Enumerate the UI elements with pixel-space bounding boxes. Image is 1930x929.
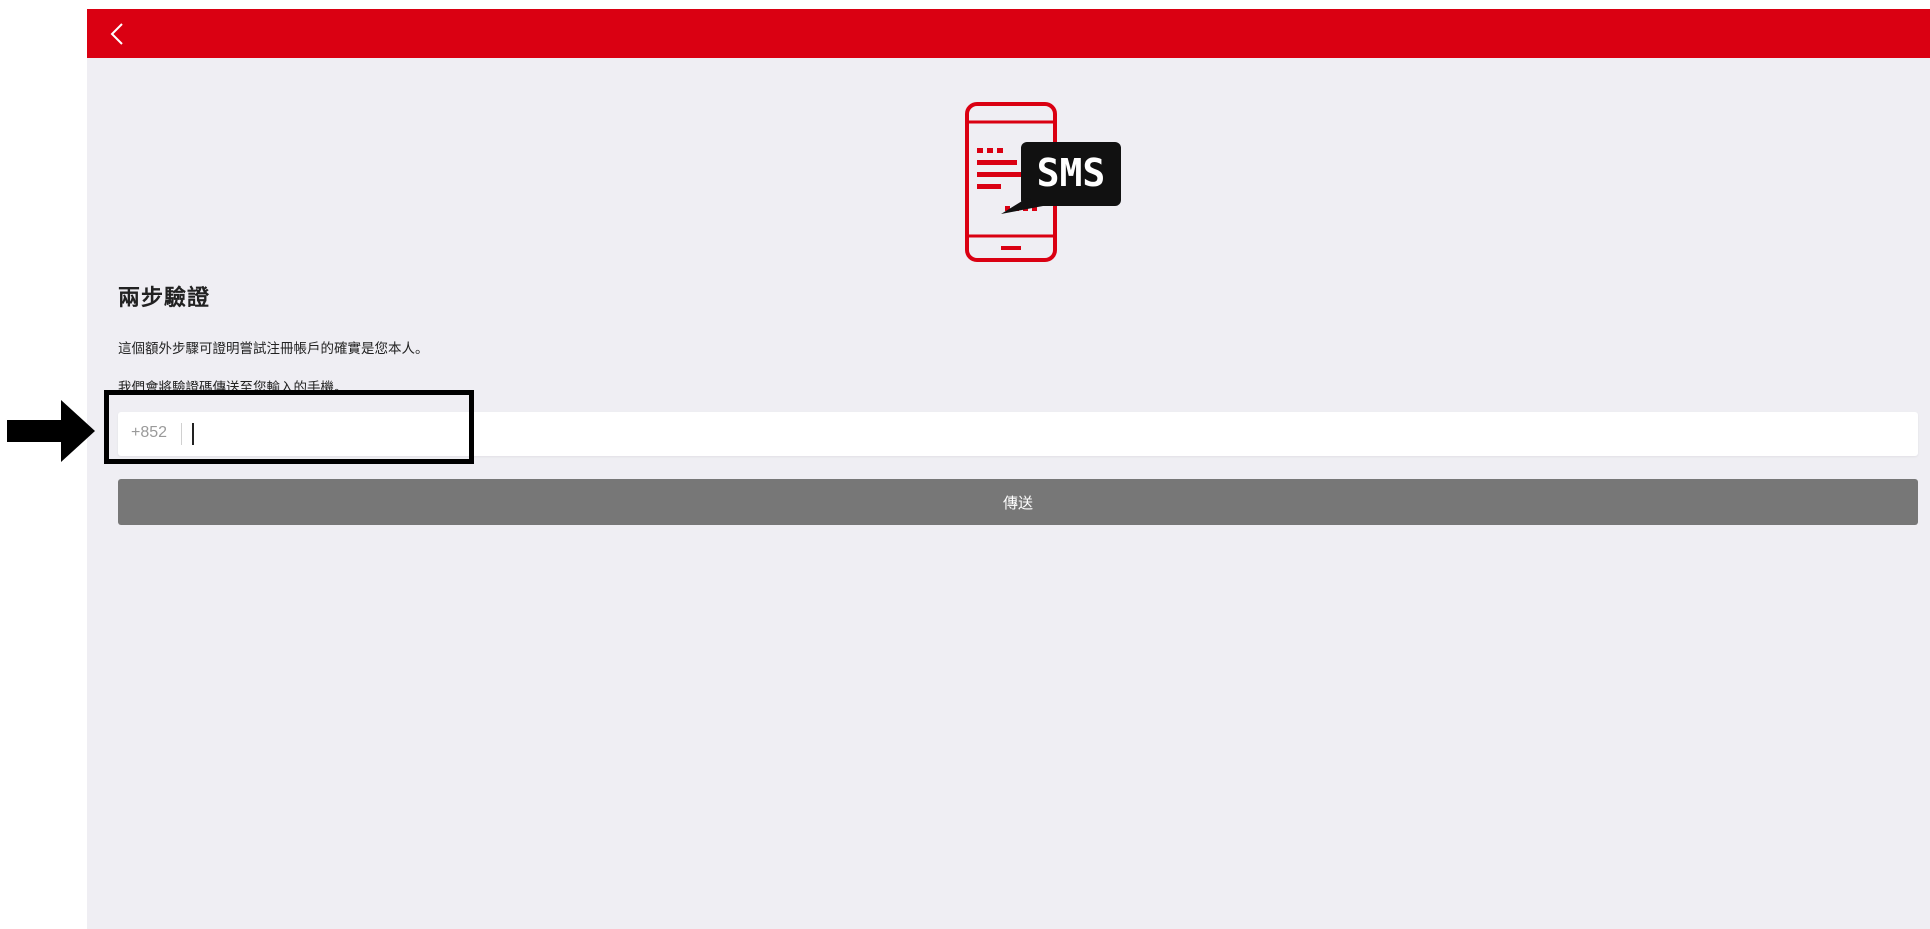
sms-badge-text: SMS: [1037, 151, 1106, 195]
back-button[interactable]: [103, 19, 133, 49]
send-button[interactable]: 傳送: [118, 479, 1918, 525]
top-bar: [87, 9, 1930, 58]
chevron-left-icon: [110, 23, 123, 45]
page-title: 兩步驗證: [118, 286, 211, 311]
sms-illustration: SMS: [965, 102, 1135, 272]
app-window: SMS 兩步驗證 這個額外步驟可證明嘗試注冊帳戶的確實是您本人。 我們會將驗證碼…: [87, 9, 1930, 929]
description-line-1: 這個額外步驟可證明嘗試注冊帳戶的確實是您本人。: [118, 341, 429, 357]
highlight-box: [104, 390, 474, 464]
sms-phone-icon: SMS: [965, 102, 1121, 262]
arrow-right-icon: [7, 400, 95, 462]
